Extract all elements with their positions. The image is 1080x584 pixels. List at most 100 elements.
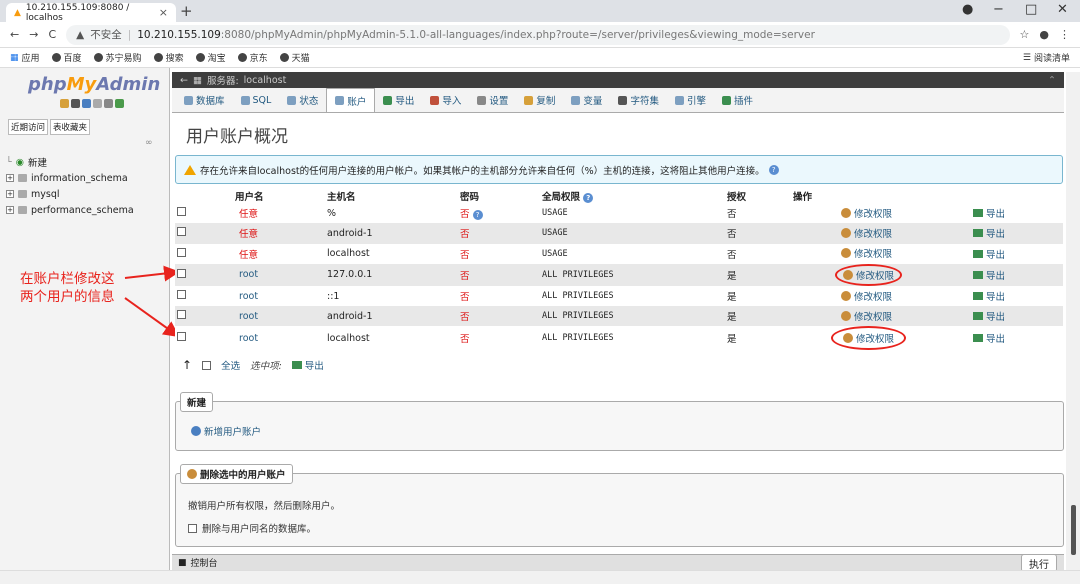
- horizontal-scrollbar[interactable]: [0, 570, 1080, 584]
- tab-export[interactable]: 导出: [375, 88, 422, 112]
- row-checkbox[interactable]: [177, 290, 186, 300]
- row-checkbox[interactable]: [177, 332, 186, 342]
- col-grant[interactable]: 授权: [725, 189, 791, 203]
- bulk-export-link[interactable]: 导出: [291, 358, 324, 372]
- edit-privileges-link[interactable]: 修改权限: [841, 246, 892, 260]
- drop-db-option[interactable]: 删除与用户同名的数据库。: [188, 521, 316, 535]
- tab-accounts[interactable]: 账户: [326, 88, 376, 112]
- close-tab-icon[interactable]: ×: [159, 6, 168, 19]
- tab-status[interactable]: 状态: [279, 88, 326, 112]
- edit-privileges-link[interactable]: 修改权限: [841, 226, 892, 240]
- row-checkbox[interactable]: [177, 310, 186, 320]
- bookmark-tmall[interactable]: 天猫: [279, 51, 310, 64]
- tab-replication[interactable]: 复制: [516, 88, 563, 112]
- url-input[interactable]: ▲ 不安全 | 10.210.155.109:8080/phpMyAdmin/p…: [66, 24, 1010, 45]
- export-link[interactable]: 导出: [973, 247, 1005, 261]
- minimize-panel-icon[interactable]: ⌃: [1048, 75, 1056, 86]
- tree-db-performance-schema[interactable]: + performance_schema: [6, 202, 134, 218]
- home-icon[interactable]: [60, 99, 69, 108]
- favorites-tab[interactable]: 表收藏夹: [50, 119, 91, 135]
- menu-icon[interactable]: ⋮: [1059, 28, 1070, 41]
- check-all-label[interactable]: 全选: [221, 358, 240, 372]
- row-checkbox[interactable]: [177, 227, 186, 237]
- help-icon[interactable]: [82, 99, 91, 108]
- export-link[interactable]: 导出: [973, 289, 1005, 303]
- tab-engines[interactable]: 引擎: [667, 88, 714, 112]
- account-icon[interactable]: ●: [1039, 28, 1049, 41]
- server-name[interactable]: localhost: [244, 75, 287, 86]
- tree-db-mysql[interactable]: + mysql: [6, 186, 134, 202]
- phpmyadmin-logo[interactable]: phpMyAdmin: [28, 74, 160, 95]
- bookmark-suning[interactable]: 苏宁易购: [93, 51, 142, 64]
- close-window-button[interactable]: ✕: [1057, 2, 1068, 17]
- tree-new-item[interactable]: └ ◉ 新建: [6, 154, 134, 170]
- reading-list[interactable]: ☰ 阅读清单: [1023, 51, 1070, 65]
- help-icon[interactable]: ?: [768, 164, 779, 175]
- logout-icon[interactable]: [71, 99, 80, 108]
- user-cell: root: [233, 263, 325, 286]
- profile-icon[interactable]: ●: [962, 2, 973, 17]
- edit-privileges-link[interactable]: 修改权限: [835, 263, 903, 286]
- tab-sql[interactable]: SQL: [233, 88, 280, 112]
- edit-privileges-link[interactable]: 修改权限: [831, 326, 907, 351]
- tab-databases[interactable]: 数据库: [176, 88, 233, 112]
- forward-icon[interactable]: →: [29, 28, 38, 41]
- tab-charsets[interactable]: 字符集: [610, 88, 667, 112]
- export-link[interactable]: 导出: [973, 226, 1005, 240]
- add-user-link[interactable]: 新增用户账户: [191, 424, 261, 438]
- reload-icon[interactable]: C: [48, 28, 56, 41]
- browser-tab[interactable]: ▲ 10.210.155.109:8080 / localhos ×: [6, 3, 176, 23]
- row-checkbox[interactable]: [177, 247, 186, 257]
- tab-variables[interactable]: 变量: [563, 88, 610, 112]
- url-host: 10.210.155.109: [137, 28, 221, 41]
- link-chain-icon[interactable]: ∞: [145, 138, 153, 148]
- col-host[interactable]: 主机名: [325, 189, 458, 203]
- expand-icon[interactable]: +: [6, 190, 14, 198]
- check-all-checkbox[interactable]: [202, 360, 212, 370]
- tab-settings[interactable]: 设置: [469, 88, 516, 112]
- globe-icon: [51, 53, 61, 62]
- vertical-scrollbar[interactable]: [1066, 72, 1080, 570]
- table-row: root ::1 否 ALL PRIVILEGES 是 修改权限 导出: [175, 285, 1063, 307]
- edit-privileges-link[interactable]: 修改权限: [841, 289, 892, 303]
- recent-tab[interactable]: 近期访问: [8, 119, 49, 135]
- export-link[interactable]: 导出: [973, 331, 1005, 345]
- minimize-button[interactable]: −: [993, 2, 1004, 17]
- bookmark-star-icon[interactable]: ☆: [1020, 28, 1030, 41]
- bookmark-apps[interactable]: ▦ 应用: [10, 51, 40, 65]
- maximize-button[interactable]: □: [1025, 2, 1037, 17]
- back-icon[interactable]: ←: [10, 28, 19, 41]
- bookmark-baidu[interactable]: 百度: [51, 51, 82, 64]
- col-password[interactable]: 密码: [458, 189, 540, 203]
- tab-plugins[interactable]: 插件: [714, 88, 761, 112]
- edit-privileges-link[interactable]: 修改权限: [841, 309, 892, 323]
- user-cell: root: [233, 306, 325, 327]
- settings-icon[interactable]: [104, 99, 113, 108]
- bookmark-search[interactable]: 搜索: [153, 51, 184, 64]
- tab-import[interactable]: 导入: [422, 88, 469, 112]
- expand-icon[interactable]: +: [6, 174, 14, 182]
- expand-icon[interactable]: +: [6, 206, 14, 214]
- export-link[interactable]: 导出: [973, 309, 1005, 323]
- main-menu-tabs: 数据库 SQL 状态 账户 导出 导入 设置 复制 变量 字符集 引擎 插件: [172, 88, 1064, 113]
- help-icon[interactable]: ?: [583, 193, 594, 203]
- col-privileges[interactable]: 全局权限 ?: [540, 189, 725, 203]
- help-icon[interactable]: ?: [472, 210, 483, 221]
- console-bar[interactable]: ■ 控制台: [172, 554, 1064, 570]
- export-link[interactable]: 导出: [973, 268, 1005, 282]
- bookmark-jd[interactable]: 京东: [237, 51, 268, 64]
- col-user[interactable]: 用户名: [233, 189, 325, 203]
- docs-icon[interactable]: [93, 99, 102, 108]
- table-row: root android-1 否 ALL PRIVILEGES 是 修改权限 导…: [175, 306, 1063, 327]
- row-checkbox[interactable]: [177, 207, 186, 217]
- reload-nav-icon[interactable]: [115, 99, 124, 108]
- bookmark-taobao[interactable]: 淘宝: [195, 51, 226, 64]
- vertical-scroll-thumb[interactable]: [1071, 505, 1076, 555]
- tree-db-information-schema[interactable]: + information_schema: [6, 170, 134, 186]
- edit-privileges-link[interactable]: 修改权限: [841, 206, 892, 220]
- export-link[interactable]: 导出: [973, 206, 1005, 220]
- new-tab-button[interactable]: +: [180, 2, 193, 20]
- row-checkbox[interactable]: [177, 268, 186, 278]
- drop-db-checkbox[interactable]: [188, 523, 197, 533]
- collapse-icon[interactable]: ←: [180, 75, 188, 86]
